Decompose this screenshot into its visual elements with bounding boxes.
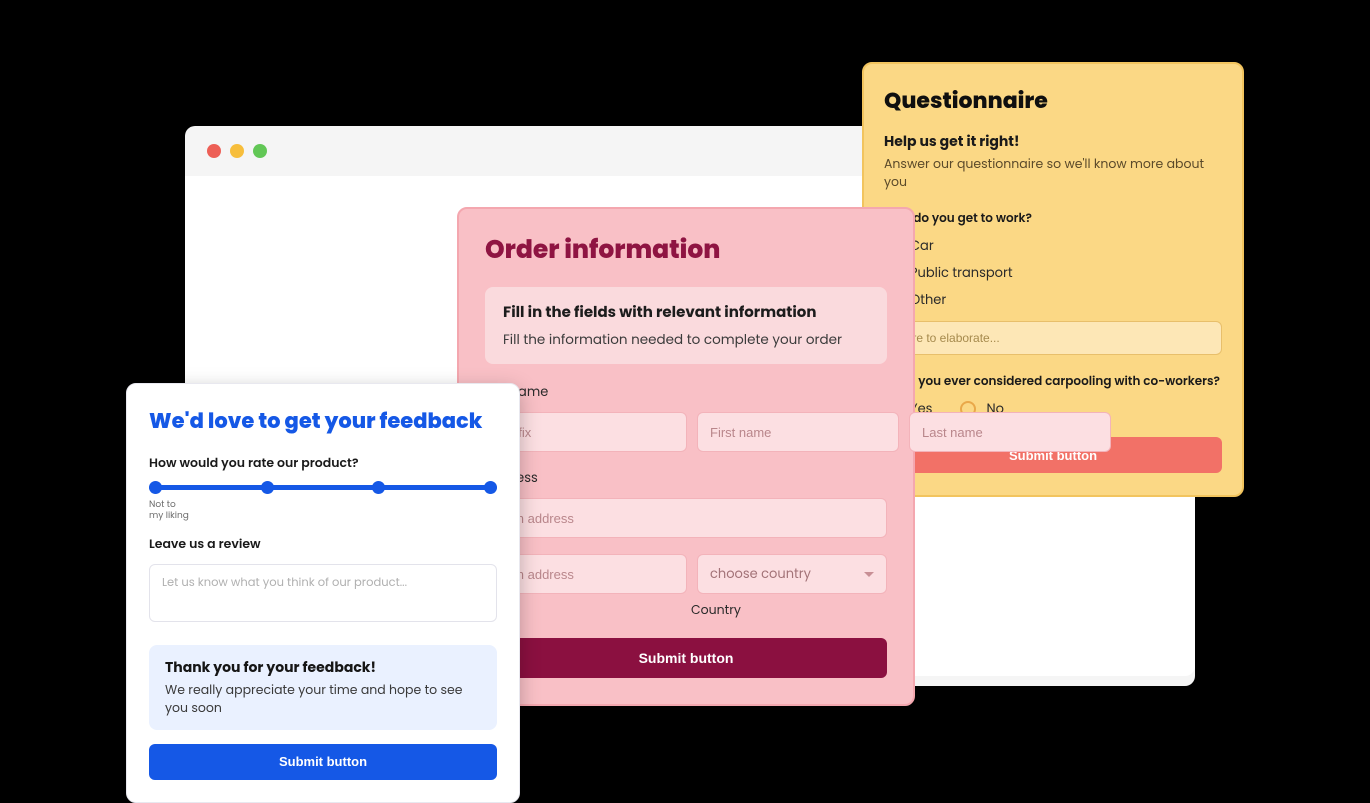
thanks-title: Thank you for your feedback! [165, 657, 481, 678]
radio-label: Public transport [910, 263, 1013, 283]
elaborate-input[interactable] [884, 321, 1222, 355]
order-title: Order information [485, 231, 887, 269]
traffic-light-maximize-icon[interactable] [253, 144, 267, 158]
feedback-title: We'd love to get your feedback [149, 406, 497, 437]
slider-dot[interactable] [149, 481, 162, 494]
slider-dot[interactable] [484, 481, 497, 494]
radio-option-other[interactable]: Other [884, 290, 1222, 310]
radio-option-car[interactable]: Car [884, 236, 1222, 256]
radio-label: Other [910, 290, 946, 310]
address-label: Address [485, 468, 887, 488]
feedback-submit-button[interactable]: Submit button [149, 744, 497, 780]
chevron-down-icon [864, 572, 874, 577]
slider-dot[interactable] [261, 481, 274, 494]
order-submit-button[interactable]: Submit button [485, 638, 887, 678]
radio-option-public-transport[interactable]: Public transport [884, 263, 1222, 283]
lastname-input[interactable] [909, 412, 1111, 452]
firstname-input[interactable] [697, 412, 899, 452]
traffic-light-minimize-icon[interactable] [230, 144, 244, 158]
traffic-light-close-icon[interactable] [207, 144, 221, 158]
order-infobox-title: Fill in the fields with relevant informa… [503, 301, 869, 324]
slider-dot[interactable] [372, 481, 385, 494]
question-1-label: How do you get to work? [884, 210, 1222, 228]
review-label: Leave us a review [149, 536, 497, 554]
fullname-label: Full name [485, 382, 887, 402]
address-line1-input[interactable] [485, 498, 887, 538]
questionnaire-title: Questionnaire [884, 84, 1222, 117]
rating-slider[interactable] [149, 485, 497, 490]
questionnaire-desc: Answer our questionnaire so we'll know m… [884, 156, 1222, 192]
country-select[interactable]: choose country [697, 554, 887, 594]
questionnaire-subtitle: Help us get it right! [884, 131, 1222, 152]
slider-dots [149, 481, 497, 494]
question-2-label: Have you ever considered carpooling with… [884, 373, 1222, 391]
country-sublabel: Country [691, 602, 887, 620]
feedback-card: We'd love to get your feedback How would… [126, 383, 520, 803]
slider-left-label: Not to my liking [149, 500, 189, 522]
thanks-box: Thank you for your feedback! We really a… [149, 645, 497, 730]
order-infobox: Fill in the fields with relevant informa… [485, 287, 887, 364]
order-infobox-desc: Fill the information needed to complete … [503, 330, 869, 350]
thanks-desc: We really appreciate your time and hope … [165, 682, 481, 718]
review-textarea[interactable] [149, 564, 497, 622]
country-select-placeholder: choose country [710, 564, 811, 584]
order-card: Order information Fill in the fields wit… [457, 207, 915, 706]
rating-question: How would you rate our product? [149, 455, 497, 473]
